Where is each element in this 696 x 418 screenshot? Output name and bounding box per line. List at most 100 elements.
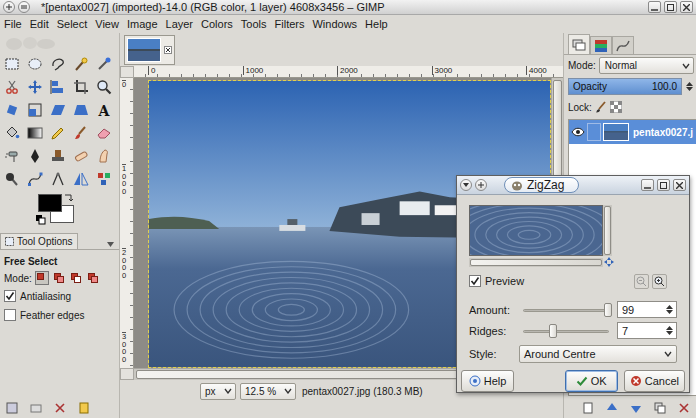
opacity-slider[interactable]: Opacity100.0 (568, 78, 682, 95)
tool-button[interactable] (69, 98, 92, 121)
tool-button[interactable] (23, 75, 46, 98)
tab-menu-icon[interactable] (106, 240, 115, 249)
tool-button[interactable] (46, 52, 69, 75)
tool-button[interactable] (0, 98, 23, 121)
lower-layer-icon[interactable] (630, 402, 642, 414)
selection-mode-button[interactable] (52, 271, 66, 285)
tool-button[interactable] (92, 121, 115, 144)
quick-mask-toggle[interactable] (120, 368, 134, 380)
tool-button[interactable] (23, 167, 46, 190)
raise-layer-icon[interactable] (606, 402, 618, 414)
cancel-button[interactable]: Cancel (624, 370, 685, 392)
zoom-out-button[interactable] (634, 274, 649, 289)
scroll-thumb[interactable] (470, 259, 602, 266)
eye-icon[interactable] (571, 127, 585, 137)
close-button[interactable] (680, 1, 693, 13)
menu-item[interactable]: Help (361, 16, 392, 32)
spin-field[interactable]: 99 (617, 301, 677, 318)
delete-options-icon[interactable] (54, 402, 66, 414)
reset-options-icon[interactable] (78, 402, 90, 414)
dialog-title-bar[interactable]: ZigZag (457, 176, 689, 195)
maximize-button[interactable] (664, 1, 677, 13)
preview-checkbox[interactable]: Preview (469, 275, 524, 287)
menu-item[interactable]: Colors (197, 16, 237, 32)
dock-tab[interactable] (568, 34, 590, 54)
menu-item[interactable]: Filters (271, 16, 309, 32)
close-button[interactable] (673, 179, 686, 191)
selection-mode-button[interactable] (86, 271, 100, 285)
spin-arrows[interactable] (665, 326, 674, 335)
tool-button[interactable] (0, 121, 23, 144)
slider-thumb[interactable] (549, 324, 557, 338)
tool-button[interactable] (92, 75, 115, 98)
scroll-thumb[interactable] (604, 206, 611, 255)
dock-tab[interactable] (590, 36, 612, 54)
tool-button[interactable] (46, 121, 69, 144)
tool-button[interactable] (69, 52, 92, 75)
arrow-down-icon[interactable] (686, 87, 693, 91)
menu-item[interactable]: Tools (237, 16, 271, 32)
slider-thumb[interactable] (604, 303, 612, 317)
tool-button[interactable] (69, 144, 92, 167)
window-menu-button[interactable] (460, 179, 472, 191)
selection-mode-button[interactable] (35, 271, 49, 285)
close-tab-icon[interactable] (164, 46, 172, 54)
slider-track[interactable] (523, 303, 609, 317)
duplicate-layer-icon[interactable] (654, 402, 666, 414)
selection-mode-button[interactable] (69, 271, 83, 285)
tool-button[interactable] (46, 98, 69, 121)
arrow-up-icon[interactable] (666, 326, 673, 330)
shade-button[interactable] (475, 179, 487, 191)
minimize-button[interactable] (648, 1, 661, 13)
preview-box[interactable] (469, 205, 603, 256)
foreground-color[interactable] (38, 194, 62, 212)
tool-button[interactable] (23, 121, 46, 144)
tool-button[interactable] (69, 167, 92, 190)
tool-button[interactable] (92, 167, 115, 190)
lock-pixels-icon[interactable] (595, 101, 607, 113)
checkbox[interactable] (469, 275, 481, 287)
tool-button[interactable] (69, 75, 92, 98)
option-checkbox-row[interactable]: Feather edges (4, 307, 115, 323)
menu-item[interactable]: Layer (162, 16, 198, 32)
tool-button[interactable] (0, 167, 23, 190)
layer-row[interactable]: pentax0027.j (569, 120, 696, 144)
navigate-arrows-icon[interactable] (604, 257, 614, 267)
arrow-up-icon[interactable] (686, 82, 693, 86)
slider-track[interactable] (523, 324, 609, 338)
preview-image[interactable] (470, 206, 602, 255)
option-checkbox-row[interactable]: Antialiasing (4, 288, 115, 304)
swap-colors-icon[interactable] (64, 192, 74, 202)
ok-button[interactable]: OK (565, 370, 618, 392)
visibility-toggle[interactable] (571, 123, 585, 141)
menu-item[interactable]: View (91, 16, 123, 32)
delete-layer-icon[interactable] (678, 402, 690, 414)
tool-button[interactable] (92, 144, 115, 167)
maximize-button[interactable] (657, 179, 670, 191)
vertical-ruler[interactable]: 0100020003000 (120, 78, 134, 368)
spin-field[interactable]: 7 (617, 322, 677, 339)
spin-arrows[interactable] (665, 305, 674, 314)
tool-button[interactable] (69, 121, 92, 144)
arrow-down-icon[interactable] (666, 331, 673, 335)
zoom-select[interactable]: 12.5 % (240, 383, 296, 400)
arrow-up-icon[interactable] (666, 305, 673, 309)
preview-vertical-scrollbar[interactable] (603, 205, 612, 256)
dock-tab[interactable] (612, 36, 634, 54)
zoom-in-button[interactable] (652, 274, 667, 289)
layer-mode-select[interactable]: Normal (599, 57, 694, 74)
tool-button[interactable] (23, 98, 46, 121)
shade-button[interactable] (18, 1, 30, 13)
tool-button[interactable] (23, 52, 46, 75)
window-menu-button[interactable] (3, 1, 15, 13)
restore-options-icon[interactable] (30, 402, 42, 414)
tool-button[interactable] (0, 144, 23, 167)
menu-item[interactable]: Edit (26, 16, 53, 32)
minimize-button[interactable] (641, 179, 654, 191)
help-button[interactable]: Help (461, 370, 514, 392)
tool-options-tab[interactable]: Tool Options (0, 233, 78, 249)
unit-select[interactable]: px (200, 383, 236, 400)
horizontal-ruler[interactable]: 01000200030004000 (134, 66, 563, 78)
menu-item[interactable]: File (0, 16, 26, 32)
checkbox[interactable] (4, 309, 16, 321)
